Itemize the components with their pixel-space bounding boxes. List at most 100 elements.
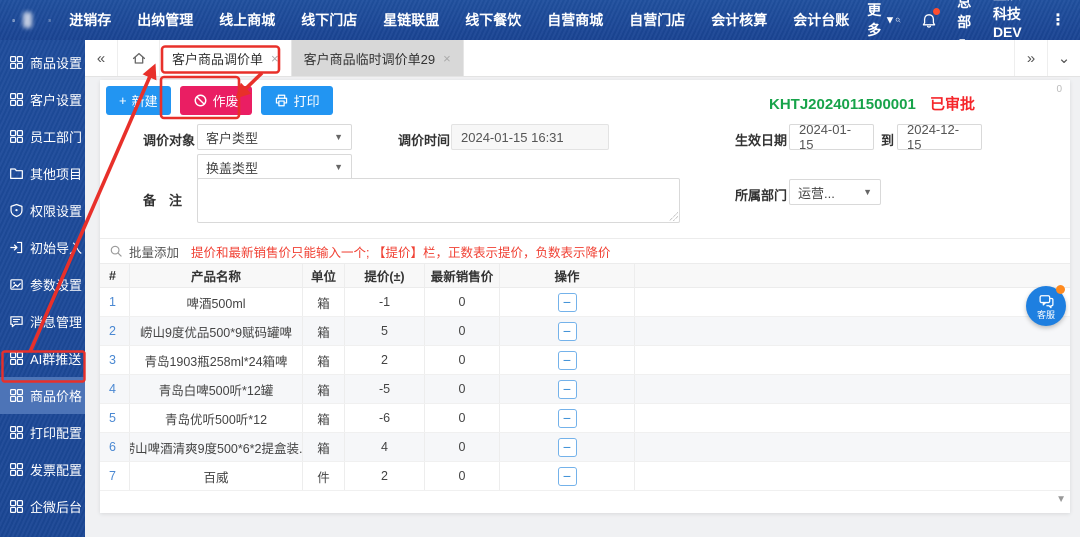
product-name: 青岛白啤500听*12罐 [130, 375, 303, 403]
chevron-down-icon: ▼ [334, 162, 343, 172]
print-button[interactable]: 打印 [260, 86, 333, 115]
grid-icon [9, 55, 24, 70]
scroll-down-icon[interactable]: ▼ [1056, 494, 1066, 505]
remove-row-button[interactable]: − [557, 379, 577, 399]
sidebar-item-ai-group-push[interactable]: AI群推送 [0, 340, 85, 377]
table-row: 2 崂山9度优品500*9赋码罐啤 箱 5 0 − [100, 317, 1070, 346]
batch-add-button[interactable]: 批量添加 [129, 242, 179, 261]
remove-row-button[interactable]: − [557, 466, 577, 486]
row-number: 2 [100, 317, 130, 345]
nav-more-dropdown[interactable]: 更多 ▼ [867, 0, 895, 40]
sidebar-item-label: 商品设置 [30, 56, 83, 71]
row-number: 4 [100, 375, 130, 403]
nav-item[interactable]: 线上商城 [219, 10, 275, 30]
sidebar-item-staff-department[interactable]: 员工部门 [0, 118, 85, 155]
sidebar-item-label: 企微后台 [30, 500, 83, 515]
table-row: 1 啤酒500ml 箱 -1 0 − [100, 288, 1070, 317]
nav-item[interactable]: 会计台账 [793, 10, 849, 30]
close-icon[interactable]: × [443, 51, 451, 66]
row-number: 1 [100, 288, 130, 316]
department-value: 运营... [798, 185, 835, 201]
nav-item[interactable]: 线下门店 [301, 10, 357, 30]
menu-icon[interactable] [48, 12, 51, 29]
chevron-down-icon: ▼ [992, 45, 1003, 56]
date-to-field[interactable]: 2024-12-15 [897, 122, 982, 152]
void-button[interactable]: 作废 [179, 86, 252, 115]
kebab-icon[interactable]: ⋮ [1050, 10, 1066, 30]
department-select[interactable]: 运营... ▼ [789, 179, 881, 205]
latest-price: 0 [425, 462, 500, 490]
row-number: 3 [100, 346, 130, 374]
org-dropdown[interactable]: 总部 ▼ [957, 0, 973, 48]
close-icon[interactable]: × [271, 51, 279, 66]
sidebar-item-other-projects[interactable]: 其他项目 [0, 155, 85, 192]
corner-count: 0 [1056, 84, 1062, 95]
void-button-label: 作废 [212, 94, 239, 109]
app-logo [23, 12, 32, 28]
home-icon[interactable] [118, 40, 160, 76]
markup-value: 2 [345, 462, 425, 490]
nav-item[interactable]: 自营门店 [629, 10, 685, 30]
import-icon [9, 240, 24, 255]
sidebar-item-label: 发票配置 [30, 463, 83, 478]
row-number: 6 [100, 433, 130, 461]
col-latest-price: 最新销售价 [425, 264, 500, 287]
sidebar-item-product-price[interactable]: 商品价格 [0, 377, 85, 414]
nav-item[interactable]: 出纳管理 [137, 10, 193, 30]
sidebar-item-initial-import[interactable]: 初始导入 [0, 229, 85, 266]
nav-item[interactable]: 会计核算 [711, 10, 767, 30]
sidebar-item-invoice-config[interactable]: 发票配置 [0, 451, 85, 488]
sidebar-item-goods-settings[interactable]: 商品设置 [0, 44, 85, 81]
tab-customer-price-adjustment[interactable]: 客户商品调价单 × [160, 40, 292, 76]
nav-item[interactable]: 进销存 [69, 10, 111, 30]
table-row: 4 青岛白啤500听*12罐 箱 -5 0 − [100, 375, 1070, 404]
tab-customer-temp-price-adjustment[interactable]: 客户商品临时调价单29 × [291, 40, 464, 76]
row-number: 5 [100, 404, 130, 432]
image-icon [9, 277, 24, 292]
adjust-time-field[interactable]: 2024-01-15 16:31 [451, 124, 609, 150]
notifications-button[interactable] [921, 8, 941, 28]
nav-item[interactable]: 星链联盟 [383, 10, 439, 30]
sidebar-item-print-config[interactable]: 打印配置 [0, 414, 85, 451]
resize-handle[interactable] [669, 212, 678, 221]
user-circle-icon[interactable] [12, 12, 15, 29]
col-markup: 提价(±) [345, 264, 425, 287]
sidebar: 商品设置 客户设置 员工部门 其他项目 权限设置 初始导入 参数设置 消息管理 … [0, 40, 85, 537]
sidebar-item-wecom-backend[interactable]: 企微后台 [0, 488, 85, 525]
sidebar-item-message-management[interactable]: 消息管理 [0, 303, 85, 340]
search-icon[interactable] [895, 12, 901, 28]
remove-row-button[interactable]: − [557, 437, 577, 457]
nav-item[interactable]: 线下餐饮 [465, 10, 521, 30]
adjust-time-value: 2024-01-15 16:31 [461, 129, 564, 145]
unit: 箱 [303, 375, 345, 403]
nav-item[interactable]: 自营商城 [547, 10, 603, 30]
remove-row-button[interactable]: − [557, 408, 577, 428]
tenant-dropdown[interactable]: 星辰科技DEV ▼ [993, 0, 1030, 56]
target-subtype-select[interactable]: 换盖类型 ▼ [197, 154, 352, 180]
target-type-select[interactable]: 客户类型 ▼ [197, 124, 352, 150]
remove-row-button[interactable]: − [557, 292, 577, 312]
new-button[interactable]: + 新建 [106, 86, 171, 115]
department-label: 所属部门 [735, 188, 788, 203]
nav-more-label: 更多 [867, 2, 882, 38]
document-panel: + 新建 作废 打印 KHTJ2024011500001 已审批 0 调价对象 … [100, 80, 1070, 513]
sidebar-item-permission-settings[interactable]: 权限设置 [0, 192, 85, 229]
grid-icon [9, 388, 24, 403]
product-name: 崂山9度优品500*9赋码罐啤 [130, 317, 303, 345]
sidebar-item-parameter-settings[interactable]: 参数设置 [0, 266, 85, 303]
table-row: 7 百威 件 2 0 − [100, 462, 1070, 491]
remove-row-button[interactable]: − [557, 350, 577, 370]
chevron-down-icon: ▼ [863, 187, 872, 197]
markup-value: -1 [345, 288, 425, 316]
status-badge: 已审批 [929, 96, 975, 113]
remark-textarea[interactable] [197, 178, 680, 223]
sidebar-item-label: 参数设置 [30, 278, 83, 293]
sidebar-item-customer-settings[interactable]: 客户设置 [0, 81, 85, 118]
markup-value: 4 [345, 433, 425, 461]
printer-icon [274, 93, 289, 108]
remove-row-button[interactable]: − [557, 321, 577, 341]
unit: 箱 [303, 288, 345, 316]
collapse-tabs-icon[interactable]: « [85, 40, 118, 76]
date-to-label: 到 [881, 133, 895, 148]
date-from-field[interactable]: 2024-01-15 [789, 122, 874, 152]
